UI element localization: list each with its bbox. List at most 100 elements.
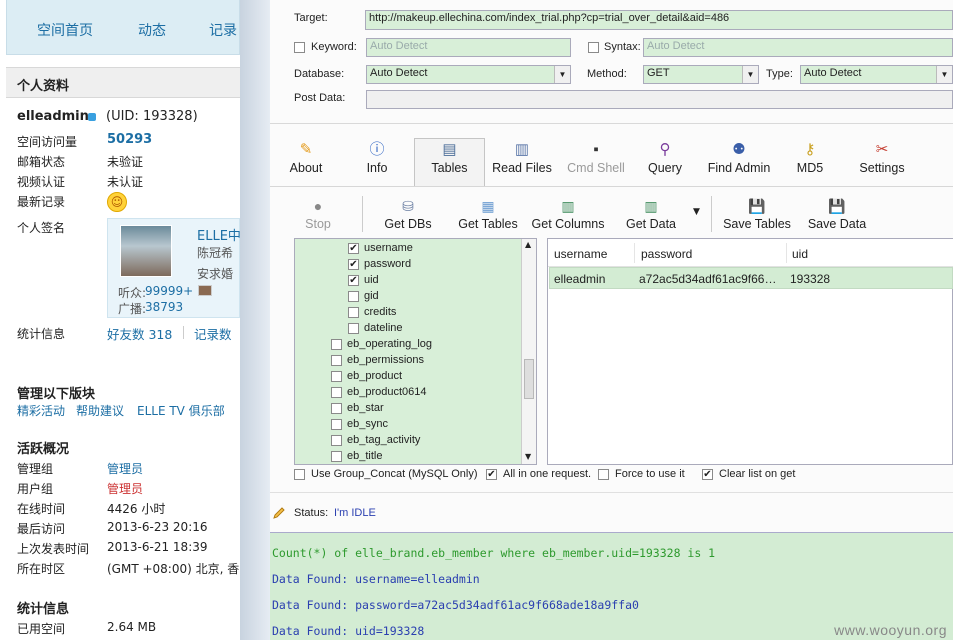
- link-friends[interactable]: 好友数 318: [107, 324, 172, 343]
- tab-tables[interactable]: ▤ Tables: [414, 141, 485, 175]
- manage-link-elletv[interactable]: ELLE TV 俱乐部: [137, 402, 225, 419]
- active-row-value[interactable]: 管理员: [107, 480, 143, 497]
- tab-info[interactable]: ⓘ Info: [352, 141, 402, 175]
- scroll-thumb[interactable]: [524, 359, 534, 399]
- tab-label: MD5: [796, 161, 824, 175]
- watermark: www.wooyun.org: [834, 622, 947, 638]
- schema-tree[interactable]: username password uid gid credits dateline eb_…: [294, 238, 537, 465]
- action-save-data-button[interactable]: 💾 Save Data: [803, 197, 871, 231]
- tree-item[interactable]: eb_title: [331, 448, 382, 464]
- broadcast-count[interactable]: 38793: [145, 300, 183, 314]
- tree-item[interactable]: credits: [348, 304, 396, 320]
- tree-item-checkbox[interactable]: [331, 386, 342, 398]
- tree-item[interactable]: eb_tag_activity: [331, 432, 420, 448]
- tree-item[interactable]: username: [348, 240, 413, 256]
- tab-query[interactable]: ⚲ Query: [633, 141, 697, 175]
- tree-item[interactable]: eb_operating_log: [331, 336, 432, 352]
- tree-item-checkbox[interactable]: [331, 338, 342, 350]
- tree-item[interactable]: gid: [348, 288, 379, 304]
- label-signature: 个人签名: [17, 221, 66, 235]
- tree-item[interactable]: uid: [348, 272, 379, 288]
- active-row-value: 2013-6-21 18:39: [107, 540, 208, 554]
- syntax-input[interactable]: Auto Detect: [643, 38, 953, 57]
- keyword-input[interactable]: Auto Detect: [366, 38, 571, 57]
- columns-icon: ▥: [561, 198, 575, 214]
- result-grid[interactable]: username password uid elleadmin a72ac5d3…: [547, 238, 953, 465]
- tree-item[interactable]: password: [348, 256, 411, 272]
- tables-icon: ▦: [481, 198, 495, 214]
- col-divider[interactable]: [634, 243, 635, 263]
- postdata-input[interactable]: [366, 90, 953, 109]
- type-select[interactable]: Auto Detect ▼: [800, 65, 953, 84]
- toolbar-separator: [711, 196, 712, 232]
- tab-md5[interactable]: ⚷ MD5: [782, 141, 838, 175]
- tree-item[interactable]: dateline: [348, 320, 403, 336]
- sig-card-name[interactable]: ELLE中: [197, 225, 240, 244]
- listeners-count[interactable]: 99999+: [145, 284, 193, 298]
- scroll-down-icon[interactable]: ▼: [525, 452, 531, 461]
- nav-records[interactable]: 记录: [209, 20, 237, 40]
- tab-about[interactable]: ✎ About: [272, 141, 340, 175]
- save-icon: 💾: [828, 198, 846, 214]
- database-icon: ⛁: [402, 198, 414, 214]
- action-get-tables-button[interactable]: ▦ Get Tables: [452, 197, 524, 231]
- scroll-up-icon[interactable]: ▲: [525, 240, 531, 249]
- database-select-value: Auto Detect: [370, 67, 428, 79]
- tree-scrollbar[interactable]: ▲ ▼: [521, 239, 536, 464]
- tree-item-checkbox[interactable]: [331, 450, 342, 462]
- action-save-tables-button[interactable]: 💾 Save Tables: [717, 197, 797, 231]
- keyword-checkbox[interactable]: [294, 42, 305, 53]
- tree-item[interactable]: eb_permissions: [331, 352, 424, 368]
- active-title: 活跃概况: [17, 442, 70, 457]
- tab-cmd-shell[interactable]: ▪ Cmd Shell: [560, 141, 632, 175]
- tree-item[interactable]: eb_product0614: [331, 384, 427, 400]
- option-checkbox[interactable]: [598, 469, 609, 480]
- action-stop-button[interactable]: ● Stop: [292, 197, 344, 231]
- grid-col-password[interactable]: password: [641, 247, 692, 261]
- syntax-checkbox[interactable]: [588, 42, 599, 53]
- action-get-columns-button[interactable]: ▥ Get Columns: [530, 197, 606, 231]
- link-records[interactable]: 记录数: [194, 324, 232, 343]
- option-checkbox[interactable]: [702, 469, 713, 480]
- option-checkbox[interactable]: [294, 469, 305, 480]
- tab-find-admin[interactable]: ⚉ Find Admin: [700, 141, 778, 175]
- method-select[interactable]: GET ▼: [643, 65, 759, 84]
- grid-col-username[interactable]: username: [554, 247, 607, 261]
- col-divider[interactable]: [786, 243, 787, 263]
- nav-feed[interactable]: 动态: [138, 20, 166, 40]
- tree-item-checkbox[interactable]: [348, 306, 359, 318]
- tree-item[interactable]: eb_product: [331, 368, 402, 384]
- get-data-dropdown-icon[interactable]: ▼: [693, 207, 700, 217]
- action-get-dbs-button[interactable]: ⛁ Get DBs: [380, 197, 436, 231]
- tree-item-checkbox[interactable]: [348, 242, 359, 254]
- action-get-data-button[interactable]: ▥ Get Data: [621, 197, 681, 231]
- window-frame: [240, 0, 270, 640]
- active-row-value[interactable]: 管理员: [107, 460, 143, 477]
- tree-item-checkbox[interactable]: [331, 418, 342, 430]
- tree-item[interactable]: eb_sync: [331, 416, 388, 432]
- action-label: Save Tables: [723, 217, 791, 231]
- avatar[interactable]: [120, 225, 172, 277]
- sig-card-line2: 陈冠希: [197, 246, 234, 260]
- manage-link-help[interactable]: 帮助建议: [76, 402, 124, 419]
- database-select[interactable]: Auto Detect ▼: [366, 65, 571, 84]
- tree-item-checkbox[interactable]: [348, 274, 359, 286]
- tree-item-label: eb_sync: [347, 418, 388, 430]
- manage-link-activities[interactable]: 精彩活动: [17, 402, 65, 419]
- target-input[interactable]: http://makeup.ellechina.com/index_trial.…: [365, 10, 953, 30]
- tab-settings[interactable]: ✂ Settings: [850, 141, 914, 175]
- tree-item-checkbox[interactable]: [348, 322, 359, 334]
- grid-col-uid[interactable]: uid: [792, 247, 808, 261]
- tree-item-checkbox[interactable]: [348, 290, 359, 302]
- tree-item-checkbox[interactable]: [331, 354, 342, 366]
- tab-label: Cmd Shell: [567, 161, 625, 175]
- tree-item-checkbox[interactable]: [348, 258, 359, 270]
- tree-item[interactable]: eb_star: [331, 400, 384, 416]
- nav-space-home[interactable]: 空间首页: [37, 20, 93, 40]
- tree-item-checkbox[interactable]: [331, 370, 342, 382]
- tree-item-checkbox[interactable]: [331, 434, 342, 446]
- tab-read-files[interactable]: ▥ Read Files: [488, 141, 556, 175]
- tree-item-label: password: [364, 258, 412, 270]
- option-checkbox[interactable]: [486, 469, 497, 480]
- tree-item-checkbox[interactable]: [331, 402, 342, 414]
